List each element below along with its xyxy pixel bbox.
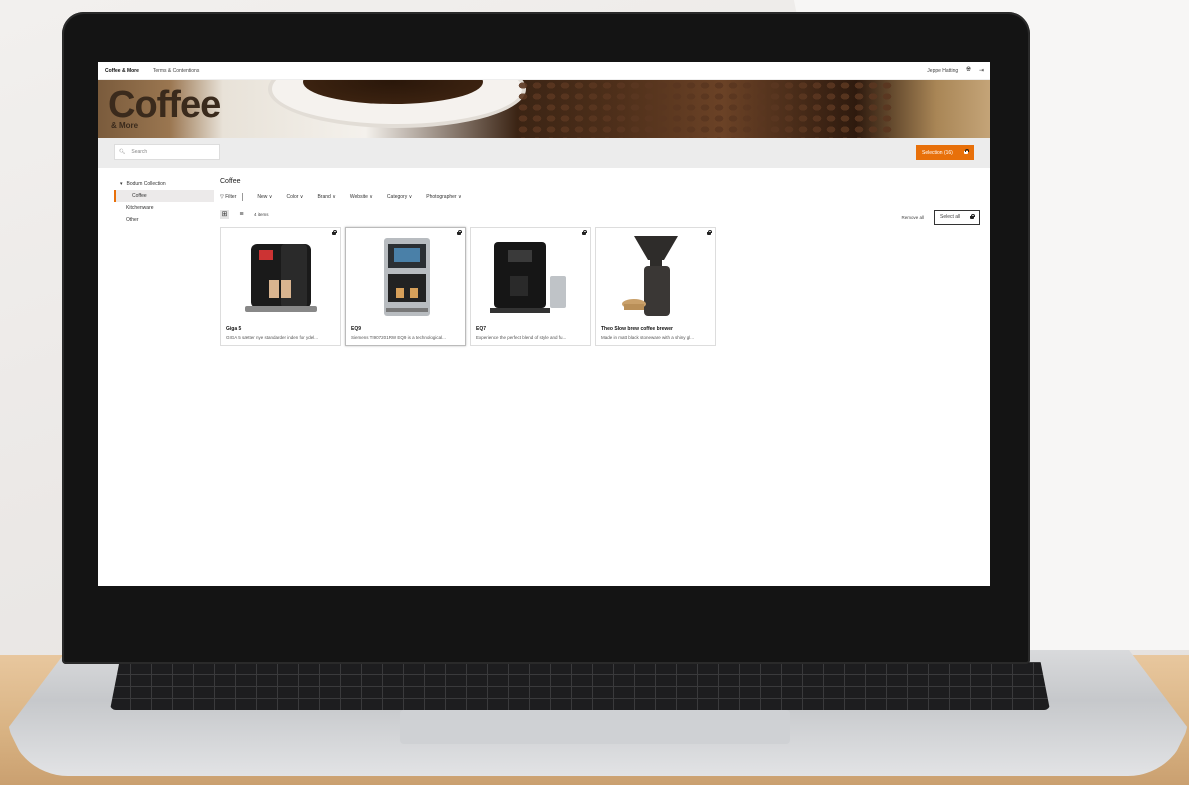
- basket-icon[interactable]: [332, 230, 337, 237]
- trackpad: [400, 710, 790, 744]
- sidebar-root-bodum[interactable]: ▾ Bodum Collection: [114, 178, 214, 190]
- chevron-down-icon: ∨: [457, 194, 462, 200]
- divider: [242, 193, 244, 201]
- product-name: EQ7: [476, 326, 487, 332]
- filter-color[interactable]: Color ∨: [286, 194, 303, 200]
- product-grid: Giga 5 GIGA 5 sætter nye standarder inde…: [220, 227, 980, 346]
- basket-icon: [964, 149, 969, 154]
- chevron-down-icon: ∨: [332, 194, 336, 200]
- brand-logo-sub: & More: [111, 121, 139, 130]
- sidebar-item-label: Coffee: [132, 193, 147, 199]
- view-controls: ⊞ ≡ 4 items Remove all Select all: [220, 207, 980, 225]
- search-icon: 🔍︎: [119, 149, 126, 155]
- filter-category[interactable]: Category ∨: [387, 194, 412, 200]
- tab-terms[interactable]: Terms & Contentions: [146, 68, 206, 74]
- filter-brand[interactable]: Brand ∨: [317, 194, 335, 200]
- caret-down-icon: ▾: [120, 181, 123, 187]
- sidebar-root-label: Bodum Collection: [126, 181, 166, 187]
- selection-button-label: Selection (16): [922, 149, 953, 156]
- product-name: EQ9: [351, 326, 362, 332]
- filter-label: Filter: [225, 194, 237, 200]
- grid-view-icon[interactable]: ⊞: [220, 209, 229, 219]
- list-view-icon[interactable]: ≡: [237, 210, 246, 219]
- espresso-machine-image: [231, 234, 331, 322]
- filter-label: Website: [349, 194, 368, 200]
- product-description: Siemens TI907201RW EQ9 is a technologica…: [351, 335, 446, 340]
- filter-label: Photographer: [426, 194, 457, 200]
- sidebar-item-coffee[interactable]: Coffee: [114, 190, 214, 202]
- chevron-down-icon: ∨: [299, 194, 304, 200]
- filter-label: Category: [386, 194, 408, 200]
- filter-button[interactable]: ▽ Filter: [220, 194, 236, 200]
- chevron-down-icon: ∨: [268, 194, 273, 200]
- user-name[interactable]: Jeppe Hatting: [927, 68, 958, 74]
- product-listing: Coffee ▽ Filter New ∨ Color ∨ Brand ∨ We…: [220, 178, 980, 346]
- chevron-down-icon: ∨: [369, 194, 373, 200]
- product-card[interactable]: EQ9 Siemens TI907201RW EQ9 is a technolo…: [345, 227, 466, 346]
- search-placeholder: Search: [131, 149, 148, 155]
- product-description: Experience the perfect blend of style an…: [476, 335, 567, 340]
- search-bar: 🔍︎ Search Selection (16): [98, 138, 990, 168]
- product-card[interactable]: Giga 5 GIGA 5 sætter nye standarder inde…: [220, 227, 341, 346]
- basket-icon[interactable]: [457, 230, 462, 237]
- espresso-machine-image: [481, 234, 581, 322]
- chevron-down-icon: ∨: [408, 194, 413, 200]
- product-card[interactable]: Theo Slow brew coffee brewer Made in mat…: [595, 227, 716, 346]
- filter-label: New: [257, 194, 268, 200]
- top-navigation: Coffee & More Terms & Contentions Jeppe …: [98, 62, 990, 80]
- product-description: Made in matt black stoneware with a shin…: [601, 335, 695, 340]
- filter-label: Color: [286, 194, 299, 200]
- coffee-beans-image: [516, 80, 896, 138]
- product-description: GIGA 5 sætter nye standarder inden for y…: [226, 335, 319, 340]
- product-name: Theo Slow brew coffee brewer: [601, 326, 673, 332]
- product-name: Giga 5: [226, 326, 242, 332]
- globe-icon[interactable]: 🌐︎: [966, 67, 971, 74]
- filter-bar: ▽ Filter New ∨ Color ∨ Brand ∨ Website ∨…: [220, 191, 980, 203]
- sidebar-item-label: Other: [126, 217, 139, 223]
- basket-icon[interactable]: [582, 230, 587, 237]
- filter-label: Brand: [317, 194, 331, 200]
- funnel-icon: ▽: [220, 194, 224, 200]
- selection-button[interactable]: Selection (16): [916, 145, 974, 160]
- keyboard: [110, 662, 1050, 710]
- sidebar-item-label: Kitchenware: [126, 205, 154, 211]
- selection-actions: Remove all Select all: [901, 204, 980, 225]
- espresso-machine-image: [356, 234, 456, 322]
- hero-banner: Coffee & More: [98, 80, 990, 138]
- tab-coffee-and-more[interactable]: Coffee & More: [98, 68, 146, 74]
- select-all-label: Select all: [940, 214, 961, 220]
- basket-icon[interactable]: [707, 230, 712, 237]
- select-all-button[interactable]: Select all: [934, 209, 980, 225]
- sidebar-item-other[interactable]: Other: [114, 214, 214, 226]
- category-sidebar: ▾ Bodum Collection Coffee Kitchenware Ot…: [114, 178, 214, 226]
- page-title: Coffee: [220, 178, 241, 185]
- app-screen: Coffee & More Terms & Contentions Jeppe …: [98, 62, 990, 586]
- logout-icon[interactable]: ⇥: [979, 67, 984, 74]
- filter-website[interactable]: Website ∨: [350, 194, 373, 200]
- sidebar-item-kitchenware[interactable]: Kitchenware: [114, 202, 214, 214]
- product-card[interactable]: EQ7 Experience the perfect blend of styl…: [470, 227, 591, 346]
- search-input[interactable]: 🔍︎ Search: [114, 144, 220, 160]
- filter-new[interactable]: New ∨: [257, 194, 272, 200]
- basket-icon: [970, 213, 975, 219]
- coffee-brewer-image: [606, 234, 706, 322]
- user-area: Jeppe Hatting 🌐︎ ⇥: [927, 67, 990, 74]
- filter-photographer[interactable]: Photographer ∨: [426, 194, 461, 200]
- remove-all-button[interactable]: Remove all: [901, 215, 924, 220]
- item-count: 4 items: [254, 211, 269, 217]
